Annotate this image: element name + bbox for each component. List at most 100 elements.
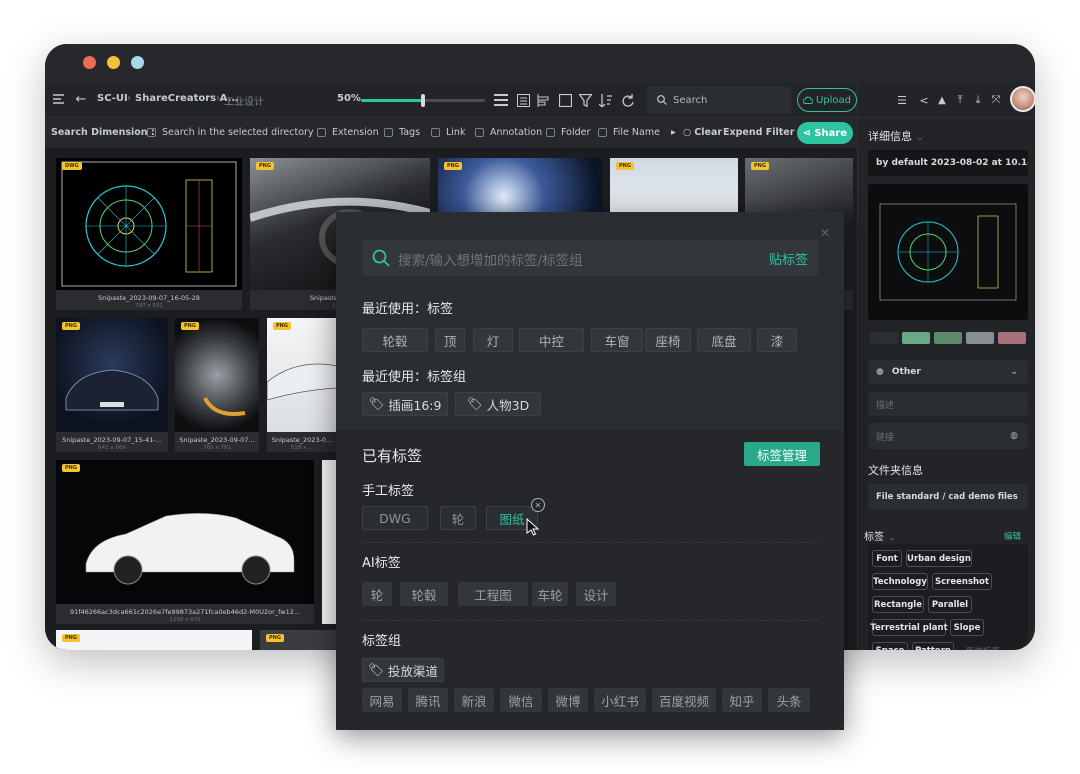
checkbox[interactable] xyxy=(598,128,607,137)
group-tag-chip[interactable]: 微信 xyxy=(500,688,542,712)
asset-card[interactable]: DWG Snipaste_2023-09-07_16-05-28 797 x 59… xyxy=(56,158,242,310)
menu-icon[interactable]: ☰ xyxy=(896,94,908,107)
checkbox[interactable] xyxy=(147,128,156,137)
remove-tag-icon[interactable]: ✕ xyxy=(531,498,545,512)
tag-chip[interactable]: Font xyxy=(872,550,902,567)
asset-card[interactable]: PNG xyxy=(56,630,252,650)
filter-option[interactable]: Folder xyxy=(546,127,590,138)
zoom-slider[interactable] xyxy=(361,94,485,107)
description-input[interactable]: 描述 xyxy=(868,392,1028,416)
recent-tag-chip[interactable]: 漆 xyxy=(757,328,797,352)
tag-chip[interactable]: Rectangle xyxy=(872,596,924,613)
stick-tag-button[interactable]: 贴标签 xyxy=(769,249,808,268)
tag-group-chip[interactable]: 🏷 投放渠道 xyxy=(362,658,444,682)
checkbox[interactable] xyxy=(384,128,393,137)
refresh-icon[interactable] xyxy=(619,92,635,108)
folder-path[interactable]: File standard / cad demo files xyxy=(868,484,1028,510)
checkbox[interactable] xyxy=(431,128,440,137)
list-view-icon[interactable] xyxy=(493,92,509,108)
sort-icon[interactable] xyxy=(597,92,613,108)
ai-tag-chip[interactable]: 车轮 xyxy=(532,582,568,606)
color-swatch[interactable] xyxy=(870,332,898,344)
color-swatch[interactable] xyxy=(998,332,1026,344)
filter-option[interactable]: File Name xyxy=(598,127,660,138)
ai-tag-chip[interactable]: 工程图 xyxy=(458,582,528,606)
color-swatch[interactable] xyxy=(966,332,994,344)
filter-option[interactable]: Tags xyxy=(384,127,420,138)
tag-chip[interactable]: Pattern xyxy=(912,642,954,650)
download-icon[interactable]: ⤓ xyxy=(972,93,984,106)
category-select[interactable]: ● Other ⌄ xyxy=(868,360,1028,384)
chevron-down-icon[interactable]: ⌄ xyxy=(888,533,896,543)
share-button[interactable]: ⋖ Share xyxy=(797,122,853,144)
minimize-window-button[interactable] xyxy=(107,56,120,69)
checkbox[interactable] xyxy=(475,128,484,137)
recent-tag-chip[interactable]: 顶 xyxy=(435,328,465,352)
recent-tag-chip[interactable]: 车窗 xyxy=(591,328,643,352)
color-swatch[interactable] xyxy=(902,332,930,344)
globe-icon[interactable]: ◍ xyxy=(1010,431,1018,441)
menu-icon[interactable] xyxy=(51,92,65,106)
upload-icon[interactable]: ⤒ xyxy=(954,93,966,106)
fullscreen-icon[interactable]: ⤧ xyxy=(990,93,1002,106)
asset-card[interactable]: PNG xyxy=(260,630,338,650)
recent-group-chip[interactable]: 🏷 人物3D xyxy=(455,392,541,416)
recent-tag-chip[interactable]: 轮毂 xyxy=(362,328,428,352)
tag-chip[interactable]: Screenshot xyxy=(932,573,992,590)
group-tag-chip[interactable]: 小红书 xyxy=(594,688,646,712)
breadcrumb-item[interactable]: 工业设计 xyxy=(224,93,264,108)
group-tag-chip[interactable]: 知乎 xyxy=(722,688,762,712)
filter-option[interactable]: Search in the selected directory xyxy=(147,127,314,138)
search-input[interactable]: Search xyxy=(647,86,791,114)
maximize-window-button[interactable] xyxy=(131,56,144,69)
recent-group-chip[interactable]: 🏷 插画16:9 xyxy=(362,392,448,416)
expand-filter-button[interactable]: Expend Filter⌄ xyxy=(723,127,806,138)
add-tag-input[interactable]: 新增标签... xyxy=(960,642,1014,651)
bell-icon[interactable]: ▲ xyxy=(936,94,948,106)
close-icon[interactable]: ✕ xyxy=(820,226,830,240)
group-tag-chip[interactable]: 腾讯 xyxy=(408,688,448,712)
breadcrumb-item[interactable]: SC-UI xyxy=(97,93,128,104)
manual-tag-chip[interactable]: DWG xyxy=(362,506,428,530)
ai-tag-chip[interactable]: 轮 xyxy=(362,582,392,606)
share-icon[interactable]: < xyxy=(918,94,930,107)
checkbox[interactable] xyxy=(546,128,555,137)
recent-tag-chip[interactable]: 灯 xyxy=(473,328,513,352)
asset-card[interactable]: PNG 91f46266ac3dca661c2026e7fe99873a271f… xyxy=(56,460,314,624)
filter-option[interactable]: Extension xyxy=(317,127,379,138)
edit-tags-link[interactable]: 编辑 xyxy=(1004,530,1021,542)
color-swatch[interactable] xyxy=(934,332,962,344)
link-input[interactable]: 链接 ◍ xyxy=(868,423,1028,449)
tag-search-input[interactable]: 搜索/输入想增加的标签/标签组 贴标签 xyxy=(362,240,818,276)
ai-tag-chip[interactable]: 轮毂 xyxy=(400,582,448,606)
sort-field[interactable]: by default 2023-08-02 at 10.14.3 xyxy=(868,150,1028,176)
group-tag-chip[interactable]: 头条 xyxy=(768,688,810,712)
group-tag-chip[interactable]: 微博 xyxy=(548,688,588,712)
zoom-slider-handle[interactable] xyxy=(421,94,425,107)
manual-tag-chip[interactable]: 轮 xyxy=(440,506,476,530)
frame-icon[interactable] xyxy=(557,92,573,108)
asset-card[interactable]: PNG Snipaste_2023-09-07... 765 x 781 xyxy=(175,318,259,452)
filter-icon[interactable] xyxy=(577,92,593,108)
tag-chip[interactable]: Technology xyxy=(872,573,928,590)
recent-tag-chip[interactable]: 底盘 xyxy=(697,328,751,352)
upload-button[interactable]: Upload xyxy=(797,88,857,112)
recent-tag-chip[interactable]: 座椅 xyxy=(645,328,691,352)
clear-filter-button[interactable]: ○ Clear xyxy=(683,127,722,138)
checkbox[interactable] xyxy=(317,128,326,137)
chevron-down-icon[interactable]: ⌄ xyxy=(916,133,924,143)
filter-option[interactable]: Link xyxy=(431,127,465,138)
group-tag-chip[interactable]: 百度视频 xyxy=(652,688,716,712)
ai-tag-chip[interactable]: 设计 xyxy=(576,582,616,606)
tag-chip[interactable]: Space xyxy=(872,642,908,650)
tag-chip[interactable]: Slope xyxy=(950,619,984,636)
tag-manage-button[interactable]: 标签管理 xyxy=(744,442,820,466)
tag-chip[interactable]: Parallel xyxy=(928,596,972,613)
back-arrow-icon[interactable]: ← xyxy=(73,91,89,107)
group-tag-chip[interactable]: 网易 xyxy=(362,688,402,712)
group-tag-chip[interactable]: 新浪 xyxy=(454,688,494,712)
tag-chip[interactable]: Terrestrial plant xyxy=(870,619,948,636)
recent-tag-chip[interactable]: 中控 xyxy=(519,328,584,352)
grid-view-icon[interactable] xyxy=(515,92,531,108)
asset-card[interactable]: PNG Snipaste_2023-09-07_15-41-... 641 x 6… xyxy=(56,318,168,452)
